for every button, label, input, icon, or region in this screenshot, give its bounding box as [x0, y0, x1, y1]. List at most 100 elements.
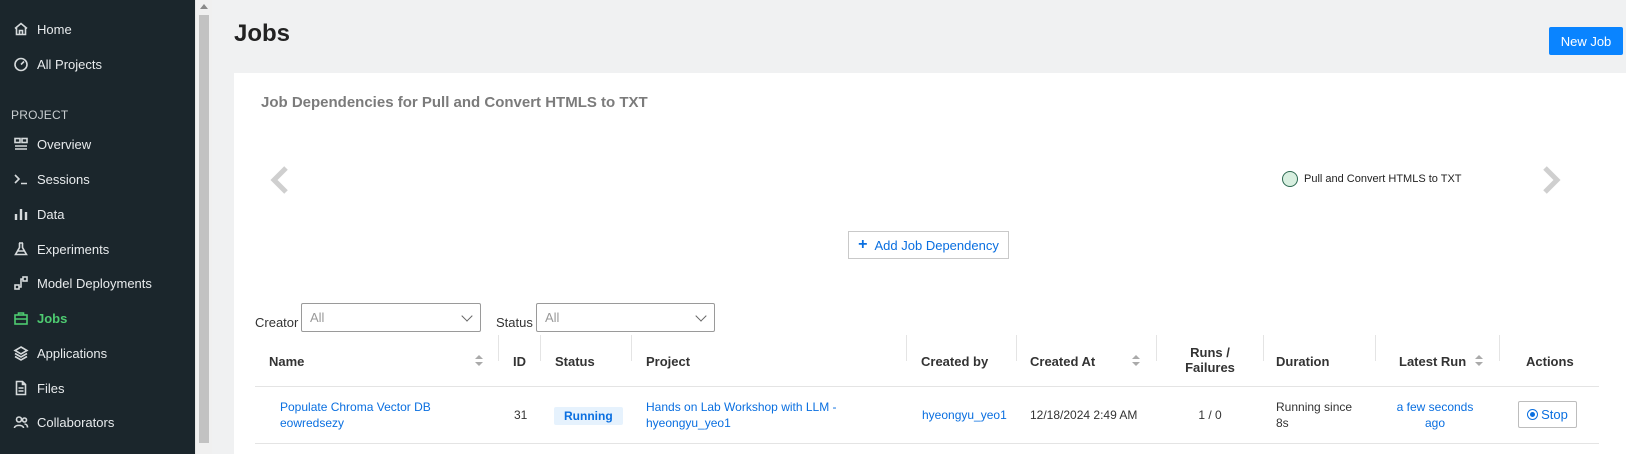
creator-filter-label: Creator [255, 315, 299, 330]
layers-icon [12, 344, 30, 362]
column-header-duration: Duration [1276, 354, 1330, 369]
chevron-down-icon [461, 310, 473, 322]
column-header-id: ID [513, 354, 526, 369]
nav-files[interactable]: Files [0, 373, 195, 403]
nav-sessions-label: Sessions [37, 171, 90, 187]
nav-model-deployments-label: Model Deployments [37, 275, 152, 291]
dependency-node[interactable]: Pull and Convert HTMLS to TXT [1282, 171, 1462, 187]
nav-collaborators[interactable]: Collaborators [0, 407, 195, 437]
stop-button[interactable]: Stop [1518, 401, 1577, 428]
nav-applications[interactable]: Applications [0, 338, 195, 368]
project-line2: hyeongyu_yeo1 [646, 416, 731, 430]
column-header-runs-failures: Runs / Failures [1169, 345, 1251, 375]
created-by-link[interactable]: hyeongyu_yeo1 [922, 407, 1007, 423]
column-header-name[interactable]: Name [269, 354, 304, 369]
nav-all-projects-label: All Projects [37, 56, 103, 72]
project-link[interactable]: Hands on Lab Workshop with LLM - hyeongy… [646, 399, 837, 431]
vertical-scrollbar[interactable] [195, 0, 212, 454]
gauge-icon [12, 55, 30, 73]
column-divider [631, 335, 632, 361]
duration: Running since 8s [1276, 399, 1352, 431]
status-filter-label: Status [496, 315, 533, 330]
nav-jobs-label: Jobs [37, 310, 68, 326]
users-icon [12, 413, 30, 431]
latest-run-line2: ago [1424, 416, 1446, 430]
jobs-card: Job Dependencies for Pull and Convert HT… [234, 73, 1626, 454]
status-badge: Running [554, 407, 623, 425]
job-name-line2: eowredsezy [280, 416, 345, 430]
sort-icon[interactable] [1132, 355, 1140, 367]
column-divider [1156, 335, 1157, 361]
model-icon [12, 274, 30, 292]
file-icon [12, 379, 30, 397]
column-divider [1375, 335, 1376, 361]
nav-jobs[interactable]: Jobs [0, 303, 195, 333]
add-job-dependency-label: Add Job Dependency [874, 237, 999, 253]
bar-chart-icon [12, 205, 30, 223]
column-header-status: Status [555, 354, 595, 369]
chevron-down-icon [695, 310, 707, 322]
home-icon [12, 20, 30, 38]
column-divider [498, 335, 499, 361]
runs-failures: 1 / 0 [1198, 408, 1222, 422]
node-circle-icon [1282, 171, 1298, 187]
new-job-button[interactable]: New Job [1549, 27, 1623, 55]
nav-applications-label: Applications [37, 345, 108, 361]
column-divider [540, 335, 541, 361]
nav-sessions[interactable]: Sessions [0, 164, 195, 194]
dependency-node-label: Pull and Convert HTMLS to TXT [1304, 173, 1462, 185]
status-filter-value: All [545, 310, 560, 325]
column-header-project: Project [646, 354, 691, 369]
sidebar: Home All Projects PROJECT Overview Sessi… [0, 0, 195, 454]
nav-experiments-label: Experiments [37, 241, 110, 257]
creator-filter-value: All [310, 310, 325, 325]
nav-overview-label: Overview [37, 136, 92, 152]
plus-icon: + [858, 236, 868, 253]
nav-model-deployments[interactable]: Model Deployments [0, 268, 195, 298]
column-header-actions: Actions [1526, 354, 1574, 369]
scrollbar-thumb[interactable] [199, 15, 209, 443]
row-divider [255, 443, 1599, 444]
dependencies-title: Job Dependencies for Pull and Convert HT… [261, 94, 648, 111]
nav-all-projects[interactable]: All Projects [0, 49, 195, 79]
nav-collaborators-label: Collaborators [37, 414, 115, 430]
status-filter-select[interactable]: All [536, 303, 715, 332]
stop-button-label: Stop [1541, 407, 1568, 422]
nav-home-label: Home [37, 21, 72, 37]
duration-line1: Running since [1276, 400, 1353, 414]
column-divider [1016, 335, 1017, 361]
nav-data[interactable]: Data [0, 199, 195, 229]
latest-run-line1: a few seconds [1396, 400, 1474, 414]
job-name-link[interactable]: Populate Chroma Vector DB eowredsezy [280, 399, 431, 431]
header-divider [255, 386, 1599, 387]
scroll-up-arrow-icon[interactable] [200, 4, 208, 9]
column-divider [1263, 335, 1264, 361]
overview-icon [12, 135, 30, 153]
sort-icon[interactable] [475, 355, 483, 367]
duration-line2: 8s [1276, 416, 1289, 430]
column-header-created-at[interactable]: Created At [1030, 354, 1095, 369]
nav-files-label: Files [37, 380, 65, 396]
chevron-left-icon[interactable] [269, 165, 291, 195]
page-title: Jobs [234, 20, 291, 47]
add-job-dependency-button[interactable]: + Add Job Dependency [848, 231, 1009, 259]
created-at: 12/18/2024 2:49 AM [1030, 408, 1138, 422]
column-divider [906, 335, 907, 361]
creator-filter-select[interactable]: All [301, 303, 481, 332]
runs-header-line2: Failures [1185, 360, 1235, 375]
column-header-latest-run[interactable]: Latest Run [1399, 354, 1466, 369]
terminal-icon [12, 170, 30, 188]
runs-header-line1: Runs / [1190, 345, 1230, 360]
nav-overview[interactable]: Overview [0, 129, 195, 159]
job-id: 31 [514, 408, 528, 422]
column-divider [1499, 335, 1500, 361]
flask-icon [12, 240, 30, 258]
job-name-line1: Populate Chroma Vector DB [280, 400, 431, 414]
latest-run-link[interactable]: a few seconds ago [1385, 399, 1485, 431]
column-header-created-by: Created by [921, 354, 989, 369]
chevron-right-icon[interactable] [1540, 165, 1562, 195]
nav-experiments[interactable]: Experiments [0, 234, 195, 264]
nav-home[interactable]: Home [0, 14, 195, 44]
jobs-icon [12, 309, 30, 327]
sort-icon[interactable] [1475, 355, 1483, 367]
